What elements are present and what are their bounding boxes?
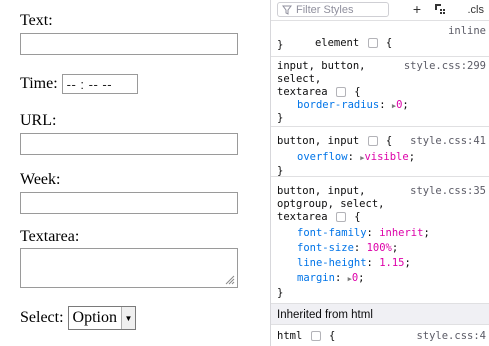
rule-form-controls-font: button, input, style.css:35 optgroup, se…: [277, 185, 486, 299]
rule-button-input-overflow: button, input { style.css:41 overflow: ▶…: [271, 127, 489, 177]
url-input[interactable]: [20, 133, 238, 155]
text-input[interactable]: [20, 33, 238, 55]
declaration[interactable]: font-family: inherit;: [297, 227, 430, 239]
declaration[interactable]: overflow: ▶visible;: [297, 151, 415, 163]
declaration[interactable]: border-radius: ▶0;: [297, 99, 409, 111]
rule-selector: html: [277, 330, 303, 342]
time-label: Time:: [20, 75, 58, 92]
week-input[interactable]: [20, 192, 238, 214]
toggle-pseudo-classes-icon[interactable]: [433, 2, 447, 16]
inherited-header: Inherited from html: [271, 303, 489, 325]
cls-toggle[interactable]: .cls: [468, 4, 485, 16]
url-label: URL:: [20, 112, 57, 129]
form-preview: Text: Time: -- : -- -- URL: Week: Textar…: [0, 0, 270, 346]
rule-selector: button, input,: [277, 185, 366, 197]
declaration[interactable]: line-height: 1.15;: [297, 257, 411, 269]
rule-selector: element: [314, 37, 360, 49]
rule-source[interactable]: style.css:4: [416, 330, 486, 342]
select-label: Select:: [20, 309, 64, 326]
chevron-down-icon[interactable]: ▼: [121, 307, 135, 329]
rule-settings-icon[interactable]: [367, 136, 378, 146]
rule-settings-icon[interactable]: [335, 212, 346, 222]
textarea-input[interactable]: [20, 248, 238, 288]
rule-form-controls-radius: input, button, style.css:299 select, tex…: [271, 57, 489, 127]
rule-settings-icon[interactable]: [310, 331, 321, 341]
rule-source[interactable]: style.css:299: [404, 60, 486, 72]
rule-html: html {: [277, 330, 336, 342]
textarea-label: Textarea:: [20, 228, 80, 245]
select-dropdown[interactable]: Option ▼: [67, 306, 136, 330]
resize-grip-icon[interactable]: [225, 275, 235, 285]
rule-source[interactable]: style.css:35: [410, 185, 486, 197]
rule-source[interactable]: style.css:41: [410, 135, 486, 147]
time-row: Time: -- : -- --: [20, 72, 138, 96]
rule-settings-icon[interactable]: [367, 38, 378, 48]
rule-selector: button, input: [277, 135, 360, 147]
rule-settings-icon[interactable]: [335, 87, 346, 97]
declaration[interactable]: font-size: 100%;: [297, 242, 398, 254]
rules-toolbar: Filter Styles + .cls: [271, 0, 489, 21]
week-label: Week:: [20, 171, 61, 188]
select-row: Select: Option ▼: [20, 305, 136, 331]
declaration[interactable]: margin: ▶0;: [297, 272, 364, 284]
rules-panel: Filter Styles + .cls element { inline } …: [270, 0, 489, 346]
filter-placeholder: Filter Styles: [296, 3, 354, 16]
rule-selector: input, button,: [277, 60, 366, 72]
select-value: Option: [72, 309, 117, 326]
add-rule-icon[interactable]: +: [410, 2, 424, 16]
text-label: Text:: [20, 12, 53, 29]
time-input[interactable]: -- : -- --: [61, 74, 138, 94]
rule-source[interactable]: inline: [448, 25, 486, 37]
filter-icon: [282, 5, 292, 15]
rule-element: element { inline }: [271, 21, 489, 57]
filter-styles-input[interactable]: Filter Styles: [277, 2, 389, 17]
